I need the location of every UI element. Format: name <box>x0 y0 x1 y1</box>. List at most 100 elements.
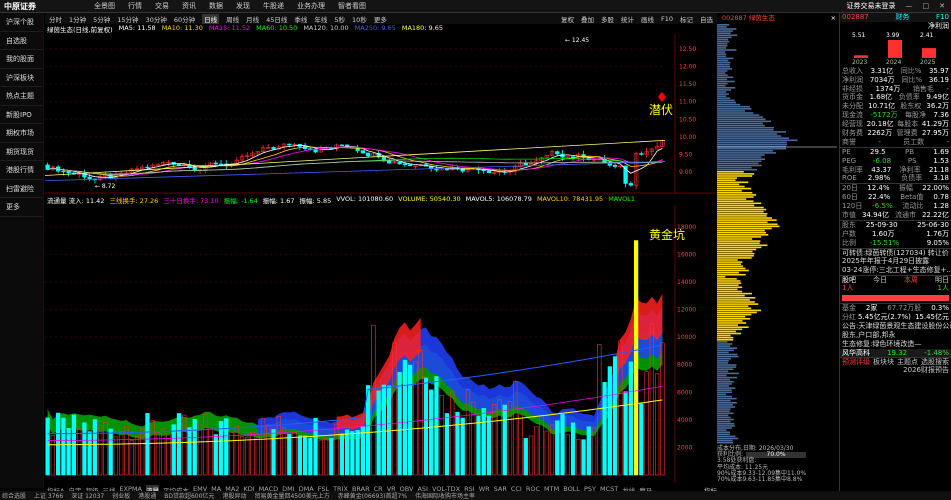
minimize-icon[interactable]: — <box>906 0 913 13</box>
announcement-item[interactable]: 公告:天津绿茵景观生态建设股份公司 <box>840 322 951 331</box>
profile-bar <box>717 194 757 196</box>
toolbar-button-5[interactable]: F10 <box>661 15 673 23</box>
period-tab-8[interactable]: 月线 <box>246 14 259 24</box>
toolbar-button-0[interactable]: 复权 <box>561 14 574 24</box>
tab-f10[interactable]: F10 <box>936 13 949 22</box>
ma-legend-item-5: MA250: 9.65 <box>354 24 396 32</box>
tab-tomorrow[interactable]: 明日 <box>935 276 949 284</box>
close-icon[interactable]: ✕ <box>939 0 945 13</box>
status-item-5[interactable]: BD贷款超600亿元 <box>164 491 214 500</box>
period-tab-13[interactable]: 10秒 <box>352 14 367 24</box>
toolbar-button-4[interactable]: 画线 <box>641 14 654 24</box>
period-tab-11[interactable]: 年线 <box>314 14 327 24</box>
status-item-7[interactable]: 贸易黄金量回4500美元上方 <box>254 491 329 500</box>
profile-bar <box>717 246 762 249</box>
period-tab-1[interactable]: 1分钟 <box>69 14 86 24</box>
bottom-tab-1[interactable]: 板块块 <box>873 358 894 366</box>
toolbar-button-1[interactable]: 叠加 <box>581 14 594 24</box>
sidebar-item-4[interactable]: 热点主题 <box>0 87 43 106</box>
candlestick-chart[interactable]: 12.50 12.00 11.50 11.00 10.50 10.00 9.50 9.00 ← … <box>45 34 717 194</box>
period-tab-0[interactable]: 分时 <box>49 14 62 24</box>
period-tab-12[interactable]: 5秒 <box>334 14 345 24</box>
period-tab-14[interactable]: 更多 <box>374 14 387 24</box>
menu-item-3[interactable]: 资讯 <box>182 1 196 11</box>
sidebar-item-1[interactable]: 自选股 <box>0 32 43 50</box>
period-tab-9[interactable]: 45日线 <box>266 14 287 24</box>
menu-item-2[interactable]: 交易 <box>155 1 169 11</box>
menu-item-7[interactable]: 业务办理 <box>297 1 325 11</box>
profile-bar <box>717 110 745 112</box>
huangjinkeng-label: 黄金坑 <box>649 227 685 242</box>
volume-bar <box>439 394 444 476</box>
volume-bar <box>229 432 234 476</box>
fin-row: 经营现 20.18亿 每股本 41.29万 <box>840 120 951 129</box>
menu-item-4[interactable]: 数据 <box>209 1 223 11</box>
bear-count: 1人 <box>937 284 949 293</box>
tab-guba[interactable]: 股吧 <box>842 276 856 284</box>
profile-bar <box>717 410 730 412</box>
profile-bar <box>717 370 729 373</box>
toolbar-button-3[interactable]: 统计 <box>621 14 634 24</box>
period-tab-3[interactable]: 15分钟 <box>117 14 138 24</box>
sidebar-item-2[interactable]: 我的股面 <box>0 50 43 69</box>
profile-bar <box>717 263 741 265</box>
sidebar-item-7[interactable]: 期货现货 <box>0 143 43 161</box>
period-tab-6[interactable]: 日线 <box>202 13 220 24</box>
status-item-4[interactable]: 港股通 <box>138 491 156 500</box>
sidebar-item-3[interactable]: 沪深板块 <box>0 69 43 87</box>
bottom-tab-2[interactable]: 主题点 <box>897 358 918 366</box>
watch-ticker[interactable]: 风华高科 19.32 -1.48% <box>840 348 951 358</box>
profile-bar <box>717 38 729 41</box>
signal-diamond-icon <box>658 92 666 102</box>
period-tab-7[interactable]: 周线 <box>226 14 239 24</box>
news-item[interactable]: 03-24涨停:三北工程+生态修复+... <box>840 266 951 275</box>
period-tab-10[interactable]: 季线 <box>294 14 307 24</box>
app-logo: 中原证券 <box>4 0 36 11</box>
menu-item-6[interactable]: 牛股递 <box>263 1 284 11</box>
fin-cell: 未分配 <box>842 102 863 111</box>
status-item-3[interactable]: 创业板 <box>112 491 130 500</box>
maximize-icon[interactable]: □ <box>923 0 930 13</box>
period-tab-2[interactable]: 5分钟 <box>93 14 110 24</box>
volume-bar <box>308 437 313 476</box>
sidebar-item-10[interactable]: 更多 <box>0 198 43 217</box>
tab-week[interactable]: 本周 <box>904 276 918 284</box>
sidebar-item-6[interactable]: 期权市场 <box>0 124 43 143</box>
menu-item-5[interactable]: 发现 <box>236 1 250 11</box>
menu-item-8[interactable]: 智者看图 <box>338 1 366 11</box>
status-item-2[interactable]: 深证 12037 <box>71 491 104 500</box>
announcement-item[interactable]: 股东,户口部,邦永 <box>840 331 951 340</box>
status-item-9[interactable]: 伟海国际收购市场主率 <box>415 491 475 500</box>
tab-finance[interactable]: 财务 <box>895 13 909 22</box>
holder-cell: 25-06-30 <box>917 220 949 229</box>
sidebar-item-5[interactable]: 新股IPO <box>0 106 43 124</box>
sidebar-item-9[interactable]: 扫雷避险 <box>0 180 43 198</box>
tab-today[interactable]: 今日 <box>873 276 887 284</box>
menu-item-0[interactable]: 全景图 <box>94 1 115 11</box>
profile-bar <box>717 78 728 81</box>
toolbar-button-6[interactable]: 标记 <box>680 14 693 24</box>
sidebar-item-8[interactable]: 港股行情 <box>0 161 43 180</box>
status-item-6[interactable]: 港股异动 <box>222 491 246 500</box>
volume-indicator-chart[interactable]: 1800016000140001200010000800060004000200… <box>45 205 717 483</box>
menu-item-1[interactable]: 行情 <box>128 1 142 11</box>
toolbar-button-7[interactable]: 自选 <box>700 14 713 24</box>
status-item-0[interactable]: 综合选股 <box>2 491 26 500</box>
news-item[interactable]: 2025年年报于4月29日披露 <box>840 257 951 266</box>
announcement-item[interactable]: 生态修复:绿色环境改造— <box>840 340 951 349</box>
bottom-tab-3[interactable]: 选股搜索 <box>921 358 949 366</box>
bottom-tab-0[interactable]: 预测评级 <box>842 358 870 366</box>
toolbar-button-2[interactable]: 多股 <box>601 14 614 24</box>
close-panel-icon[interactable]: × <box>831 13 836 24</box>
period-tab-4[interactable]: 30分钟 <box>146 14 167 24</box>
login-link[interactable]: 证券交易未登录 <box>847 0 896 13</box>
status-item-8[interactable]: 赤峰黄金(06693)首超7% <box>338 491 407 500</box>
sidebar-item-0[interactable]: 沪深个股 <box>0 13 43 32</box>
price-axis-label: 11.50 <box>679 81 696 88</box>
range-row: 市值 34.94亿 流通市 22.22亿 <box>840 211 951 220</box>
news-item[interactable]: 可转债:绿茵转债(127034) 转让价 <box>840 249 951 258</box>
profile-bar <box>717 59 729 62</box>
status-item-1[interactable]: 上证 3766 <box>34 491 63 500</box>
profile-bar <box>717 435 736 438</box>
period-tab-5[interactable]: 60分钟 <box>174 14 195 24</box>
